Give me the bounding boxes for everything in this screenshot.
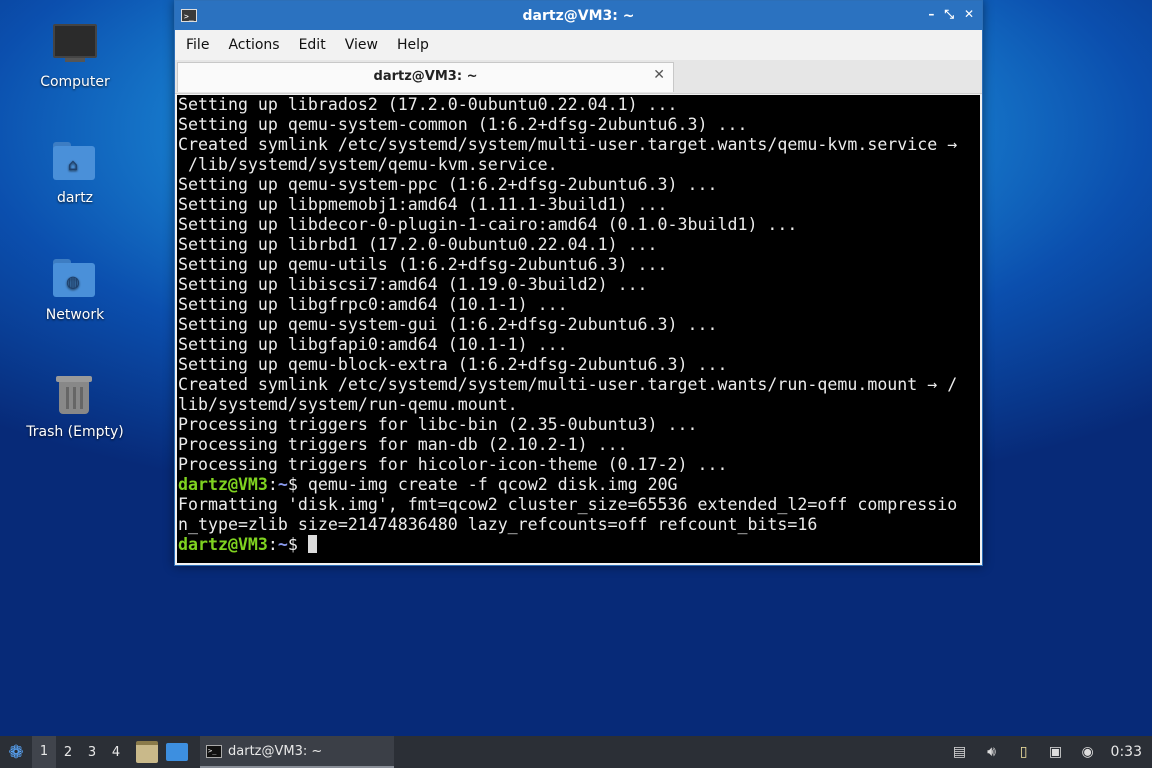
desktop-icon-label: Trash (Empty) <box>26 424 124 440</box>
terminal-line: Setting up qemu-system-gui (1:6.2+dfsg-2… <box>178 315 718 334</box>
workspace-1[interactable]: 1 <box>32 736 56 768</box>
terminal-line: Processing triggers for libc-bin (2.35-0… <box>178 415 698 434</box>
file-manager-icon[interactable] <box>136 741 158 763</box>
computer-icon <box>51 22 99 70</box>
terminal-line: Setting up librbd1 (17.2.0-0ubuntu0.22.0… <box>178 235 658 254</box>
window-title: dartz@VM3: ~ <box>522 7 635 24</box>
terminal-line: Setting up libgfrpc0:amd64 (10.1-1) ... <box>178 295 568 314</box>
terminal-line: /lib/systemd/system/qemu-kvm.service. <box>178 155 558 174</box>
taskbar: ❁ 1 2 3 4 >_ dartz@VM3: ~ ▤ 🔊︎ ▯ ▣ ◉ 0:3… <box>0 736 1152 768</box>
prompt-user: dartz@VM3 <box>178 475 268 494</box>
workspace-3[interactable]: 3 <box>80 745 104 760</box>
home-folder-icon: ⌂ <box>51 138 99 186</box>
terminal-line: lib/systemd/system/run-qemu.mount. <box>178 395 518 414</box>
menu-actions[interactable]: Actions <box>228 37 279 53</box>
desktop-icon-trash[interactable]: Trash (Empty) <box>20 372 130 440</box>
terminal-command: qemu-img create -f qcow2 disk.img 20G <box>297 475 678 494</box>
terminal-cursor <box>307 535 317 553</box>
prompt-separator: : <box>267 475 278 494</box>
network-status-icon[interactable]: ▣ <box>1047 743 1065 761</box>
menu-help[interactable]: Help <box>397 37 429 53</box>
close-button[interactable]: ✕ <box>964 7 974 22</box>
prompt-user: dartz@VM3 <box>178 535 268 554</box>
desktop-icon-label: Computer <box>40 74 110 90</box>
desktop-icon-computer[interactable]: Computer <box>20 22 130 90</box>
minimize-button[interactable]: – <box>928 7 934 22</box>
menu-file[interactable]: File <box>186 37 209 53</box>
clock[interactable]: 0:33 <box>1111 744 1142 760</box>
volume-icon[interactable]: 🔊︎ <box>983 743 1001 761</box>
taskbar-task-terminal[interactable]: >_ dartz@VM3: ~ <box>200 736 394 768</box>
terminal-icon: >_ <box>206 744 222 758</box>
app-menu-button[interactable]: ❁ <box>0 736 32 768</box>
menubar: File Actions Edit View Help <box>175 30 982 60</box>
tab-close-icon[interactable]: ✕ <box>653 67 665 83</box>
tab-terminal[interactable]: dartz@VM3: ~ ✕ <box>177 62 674 92</box>
terminal-line: Created symlink /etc/systemd/system/mult… <box>178 135 958 154</box>
terminal-line: Setting up libpmemobj1:amd64 (1.11.1-3bu… <box>178 195 668 214</box>
menu-edit[interactable]: Edit <box>299 37 326 53</box>
prompt-symbol: $ <box>287 475 298 494</box>
terminal-line: Setting up librados2 (17.2.0-0ubuntu0.22… <box>178 95 678 114</box>
terminal-prompt-line: dartz@VM3:~$ <box>178 535 980 555</box>
prompt-separator: : <box>267 535 278 554</box>
terminal-line: n_type=zlib size=21474836480 lazy_refcou… <box>178 515 818 534</box>
prompt-symbol: $ <box>287 535 298 554</box>
desktop-icon-label: dartz <box>56 190 94 206</box>
terminal-line: Setting up qemu-block-extra (1:6.2+dfsg-… <box>178 355 728 374</box>
terminal-line: Formatting 'disk.img', fmt=qcow2 cluster… <box>178 495 958 514</box>
show-desktop-icon[interactable] <box>166 743 188 761</box>
workspace-2[interactable]: 2 <box>56 745 80 760</box>
terminal-prompt-line: dartz@VM3:~$ qemu-img create -f qcow2 di… <box>178 475 980 495</box>
task-label: dartz@VM3: ~ <box>228 743 323 759</box>
terminal-line: Setting up qemu-utils (1:6.2+dfsg-2ubunt… <box>178 255 668 274</box>
prompt-path: ~ <box>277 535 288 554</box>
desktop-icon-home[interactable]: ⌂ dartz <box>20 138 130 206</box>
terminal-line: Setting up libiscsi7:amd64 (1.19.0-3buil… <box>178 275 648 294</box>
terminal-output[interactable]: Setting up librados2 (17.2.0-0ubuntu0.22… <box>177 95 980 563</box>
menu-view[interactable]: View <box>345 37 378 53</box>
terminal-text: Setting up librados2 (17.2.0-0ubuntu0.22… <box>177 95 980 555</box>
terminal-line: Setting up libdecor-0-plugin-1-cairo:amd… <box>178 215 798 234</box>
updates-icon[interactable]: ◉ <box>1079 743 1097 761</box>
tab-label: dartz@VM3: ~ <box>373 69 478 84</box>
workspace-4[interactable]: 4 <box>104 745 128 760</box>
notes-icon[interactable]: ▯ <box>1015 743 1033 761</box>
terminal-line: Setting up qemu-system-ppc (1:6.2+dfsg-2… <box>178 175 718 194</box>
terminal-line: Setting up qemu-system-common (1:6.2+dfs… <box>178 115 748 134</box>
start-menu-icon: ❁ <box>8 741 24 763</box>
trash-icon <box>51 372 99 420</box>
window-titlebar[interactable]: >_ dartz@VM3: ~ – ⤡ ✕ <box>175 1 982 30</box>
network-folder-icon: ◍ <box>51 255 99 303</box>
clipboard-icon[interactable]: ▤ <box>951 743 969 761</box>
terminal-line: Setting up libgfapi0:amd64 (10.1-1) ... <box>178 335 568 354</box>
terminal-line: Created symlink /etc/systemd/system/mult… <box>178 375 958 394</box>
system-tray: ▤ 🔊︎ ▯ ▣ ◉ 0:33 <box>951 743 1152 761</box>
maximize-button[interactable]: ⤡ <box>944 7 954 22</box>
desktop-icon-network[interactable]: ◍ Network <box>20 255 130 323</box>
prompt-path: ~ <box>277 475 288 494</box>
desktop-icon-label: Network <box>45 307 105 323</box>
terminal-line: Processing triggers for hicolor-icon-the… <box>178 455 728 474</box>
terminal-line: Processing triggers for man-db (2.10.2-1… <box>178 435 628 454</box>
tab-bar: dartz@VM3: ~ ✕ <box>175 60 982 94</box>
terminal-window: >_ dartz@VM3: ~ – ⤡ ✕ File Actions Edit … <box>174 0 983 566</box>
